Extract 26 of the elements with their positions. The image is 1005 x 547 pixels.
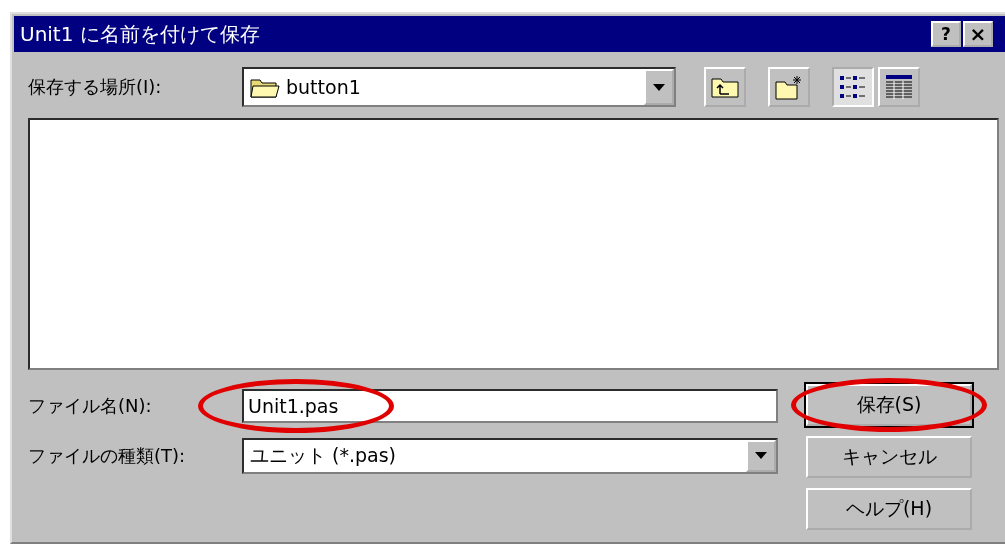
dialog-button[interactable]: ヘルプ(H)	[806, 488, 972, 530]
field-label: 保存する場所(I):	[28, 75, 163, 99]
help-button[interactable]: ?	[931, 21, 961, 47]
dialog-button[interactable]: キャンセル	[806, 436, 972, 478]
file-name-field[interactable]: Unit1.pas	[242, 388, 778, 423]
window-title: Unit1 に名前を付けて保存	[20, 20, 260, 48]
dropdown-value: ユニット (*.pas)	[250, 442, 397, 468]
dropdown-button[interactable]	[746, 439, 776, 472]
new-folder-button[interactable]	[768, 67, 810, 107]
file-type-dropdown[interactable]: ユニット (*.pas)	[242, 437, 778, 474]
new-folder-icon	[775, 74, 803, 100]
details-view-icon	[885, 74, 913, 100]
field-label: ファイルの種類(T):	[28, 443, 187, 468]
dialog-button[interactable]: 保存(S)	[806, 384, 972, 426]
up-folder-button[interactable]	[704, 67, 746, 107]
down-arrow-icon	[755, 452, 767, 459]
dropdown-value: button1	[286, 76, 362, 98]
down-arrow-icon	[653, 83, 665, 91]
folder-icon	[250, 76, 280, 98]
details-view-button[interactable]	[878, 67, 920, 107]
list-view-icon	[839, 74, 867, 100]
dropdown-button[interactable]	[644, 69, 674, 105]
folder-dropdown[interactable]: button1	[242, 67, 676, 107]
list-view-button[interactable]	[832, 67, 874, 107]
close-button[interactable]: ×	[963, 21, 993, 47]
field-label: ファイル名(N):	[28, 393, 153, 418]
